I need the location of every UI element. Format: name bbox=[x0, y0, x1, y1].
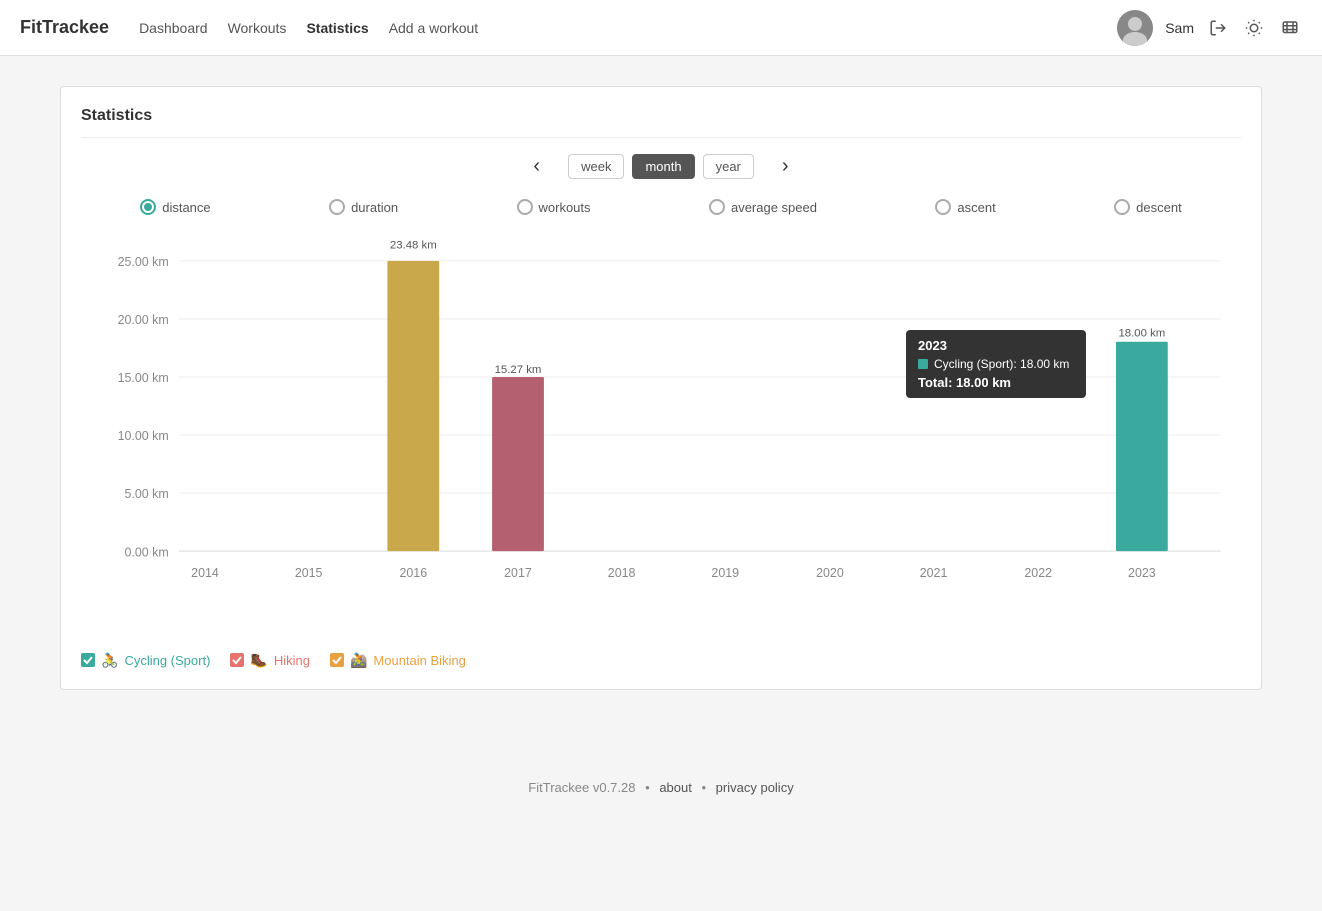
radio-distance bbox=[140, 199, 156, 215]
avatar bbox=[1117, 10, 1153, 46]
main-content: Statistics ‹ week month year › distance … bbox=[0, 56, 1322, 720]
legend-hiking-checkbox[interactable] bbox=[230, 653, 244, 667]
svg-text:2023: 2023 bbox=[1128, 566, 1156, 580]
nav-workouts[interactable]: Workouts bbox=[228, 20, 287, 36]
metric-distance-label: distance bbox=[162, 200, 210, 215]
metric-workouts[interactable]: workouts bbox=[517, 199, 591, 215]
footer-privacy-link[interactable]: privacy policy bbox=[716, 780, 794, 795]
svg-text:2016: 2016 bbox=[399, 566, 427, 580]
legend-hiking[interactable]: 🥾 Hiking bbox=[230, 652, 310, 669]
svg-text:2018: 2018 bbox=[608, 566, 636, 580]
metric-avg-speed-label: average speed bbox=[731, 200, 817, 215]
footer-version: v0.7.28 bbox=[593, 780, 636, 795]
bar-2023[interactable] bbox=[1116, 342, 1168, 551]
svg-text:2015: 2015 bbox=[295, 566, 323, 580]
bar-chart: 25.00 km 20.00 km 15.00 km 10.00 km 5.00… bbox=[91, 235, 1231, 629]
hiking-icon: 🥾 bbox=[250, 652, 267, 669]
nav-links: Dashboard Workouts Statistics Add a work… bbox=[139, 20, 1117, 36]
period-controls: ‹ week month year › bbox=[81, 154, 1241, 179]
metric-duration-label: duration bbox=[351, 200, 398, 215]
prev-period-button[interactable]: ‹ bbox=[513, 155, 560, 178]
legend-cycling-checkbox[interactable] bbox=[81, 653, 95, 667]
svg-text:15.00 km: 15.00 km bbox=[118, 371, 169, 385]
svg-text:5.00 km: 5.00 km bbox=[125, 487, 169, 501]
logout-icon[interactable] bbox=[1206, 16, 1230, 40]
svg-text:2022: 2022 bbox=[1024, 566, 1052, 580]
svg-text:15.27 km: 15.27 km bbox=[495, 364, 542, 376]
bar-2017[interactable] bbox=[492, 377, 544, 551]
legend-hiking-label: Hiking bbox=[274, 653, 310, 668]
svg-text:2017: 2017 bbox=[504, 566, 532, 580]
metric-avg-speed[interactable]: average speed bbox=[709, 199, 817, 215]
metric-ascent-label: ascent bbox=[957, 200, 995, 215]
radio-ascent bbox=[935, 199, 951, 215]
svg-text:25.00 km: 25.00 km bbox=[118, 255, 169, 269]
legend-cycling[interactable]: 🚴 Cycling (Sport) bbox=[81, 652, 210, 669]
legend-mountain-biking-checkbox[interactable] bbox=[330, 653, 344, 667]
legend-cycling-label: Cycling (Sport) bbox=[124, 653, 210, 668]
nav-username: Sam bbox=[1165, 20, 1194, 36]
footer: FitTrackee v0.7.28 • about • privacy pol… bbox=[0, 760, 1322, 815]
svg-text:18.00 km: 18.00 km bbox=[1118, 328, 1165, 340]
svg-text:2020: 2020 bbox=[816, 566, 844, 580]
cycling-sport-icon: 🚴 bbox=[101, 652, 118, 669]
metric-descent[interactable]: descent bbox=[1114, 199, 1182, 215]
svg-text:2019: 2019 bbox=[711, 566, 739, 580]
svg-text:23.48 km: 23.48 km bbox=[390, 239, 437, 251]
period-week-button[interactable]: week bbox=[568, 154, 624, 179]
metric-distance[interactable]: distance bbox=[140, 199, 210, 215]
radio-duration bbox=[329, 199, 345, 215]
nav-brand: FitTrackee bbox=[20, 17, 109, 38]
metric-workouts-label: workouts bbox=[539, 200, 591, 215]
chart-area: 25.00 km 20.00 km 15.00 km 10.00 km 5.00… bbox=[91, 235, 1231, 632]
statistics-title: Statistics bbox=[81, 107, 1241, 138]
statistics-card: Statistics ‹ week month year › distance … bbox=[60, 86, 1262, 690]
radio-avg-speed bbox=[709, 199, 725, 215]
svg-text:0.00 km: 0.00 km bbox=[125, 545, 169, 559]
footer-dot-2: • bbox=[701, 780, 706, 795]
nav-right: Sam bbox=[1117, 10, 1302, 46]
legend-mountain-biking[interactable]: 🚵 Mountain Biking bbox=[330, 652, 466, 669]
nav-add-workout[interactable]: Add a workout bbox=[389, 20, 479, 36]
bar-2016[interactable] bbox=[387, 261, 439, 551]
radio-descent bbox=[1114, 199, 1130, 215]
language-icon[interactable] bbox=[1278, 16, 1302, 40]
metric-duration[interactable]: duration bbox=[329, 199, 398, 215]
metric-ascent[interactable]: ascent bbox=[935, 199, 995, 215]
nav-dashboard[interactable]: Dashboard bbox=[139, 20, 208, 36]
radio-workouts bbox=[517, 199, 533, 215]
svg-text:20.00 km: 20.00 km bbox=[118, 313, 169, 327]
period-year-button[interactable]: year bbox=[703, 154, 754, 179]
navbar: FitTrackee Dashboard Workouts Statistics… bbox=[0, 0, 1322, 56]
footer-about-link[interactable]: about bbox=[659, 780, 692, 795]
next-period-button[interactable]: › bbox=[762, 155, 809, 178]
footer-brand: FitTrackee bbox=[528, 780, 589, 795]
period-month-button[interactable]: month bbox=[632, 154, 694, 179]
svg-text:10.00 km: 10.00 km bbox=[118, 429, 169, 443]
nav-statistics[interactable]: Statistics bbox=[306, 20, 368, 36]
theme-icon[interactable] bbox=[1242, 16, 1266, 40]
chart-legend: 🚴 Cycling (Sport) 🥾 Hiking 🚵 Mountain Bi… bbox=[81, 644, 1241, 669]
metric-descent-label: descent bbox=[1136, 200, 1182, 215]
footer-dot-1: • bbox=[645, 780, 650, 795]
mountain-biking-icon: 🚵 bbox=[350, 652, 367, 669]
svg-text:2021: 2021 bbox=[920, 566, 948, 580]
stat-metric-options: distance duration workouts average speed… bbox=[81, 199, 1241, 215]
svg-text:2014: 2014 bbox=[191, 566, 219, 580]
legend-mountain-biking-label: Mountain Biking bbox=[373, 653, 466, 668]
